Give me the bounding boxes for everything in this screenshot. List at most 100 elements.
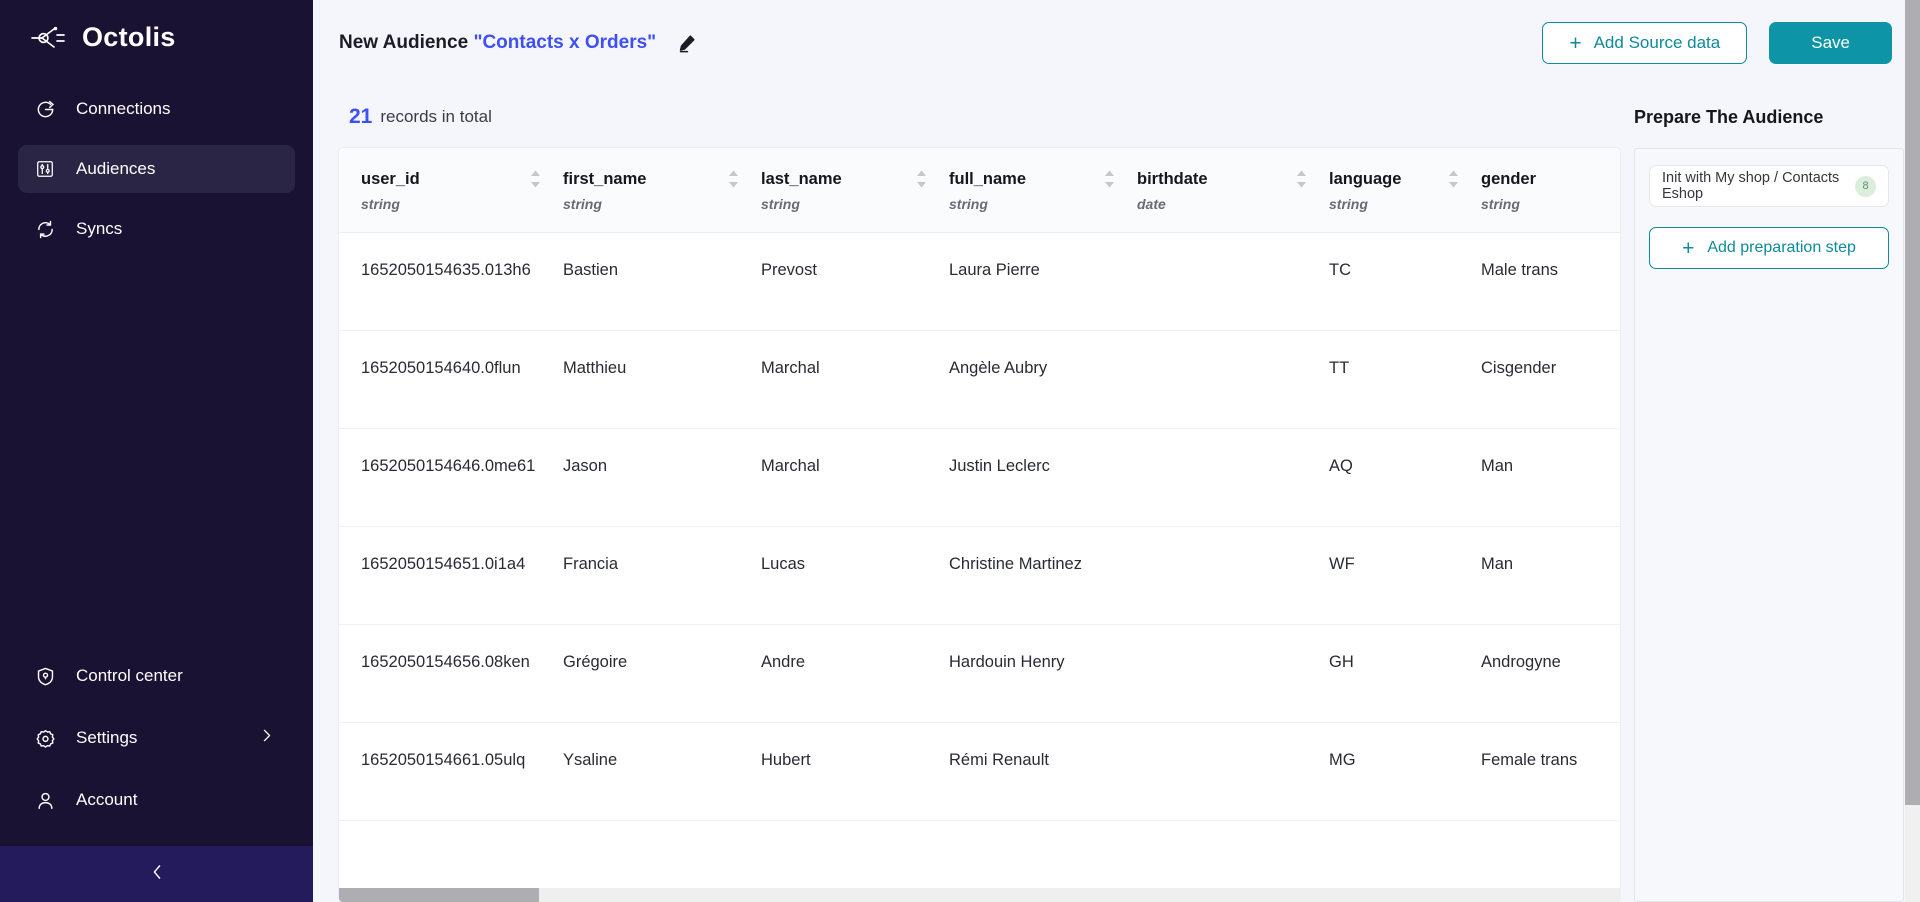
table-horizontal-scrollbar[interactable] — [339, 888, 1620, 902]
page-title: New Audience "Contacts x Orders" — [339, 32, 656, 54]
sidebar-item-control-center[interactable]: Control center — [18, 652, 295, 700]
cell-last_name: Lucas — [761, 526, 949, 625]
chevron-right-icon — [261, 727, 273, 750]
sort-icon[interactable] — [1104, 170, 1115, 188]
save-button[interactable]: Save — [1769, 22, 1892, 64]
cell-gender: Androgyne — [1481, 624, 1620, 723]
connections-icon — [34, 98, 56, 120]
cell-language: WF — [1329, 526, 1481, 625]
main-area: New Audience "Contacts x Orders" + Add S… — [313, 0, 1920, 902]
table-horizontal-scrollbar-thumb[interactable] — [339, 888, 539, 902]
data-table: user_id string first_name string last_na… — [339, 148, 1620, 821]
records-count: 21 — [349, 105, 373, 128]
sort-icon[interactable] — [916, 170, 927, 188]
cell-user_id: 1652050154656.08ken — [339, 624, 563, 723]
cell-full_name: Rémi Renault — [949, 722, 1137, 821]
sidebar-collapse-button[interactable] — [0, 846, 313, 902]
table-row[interactable]: 1652050154661.05ulq Ysaline Hubert Rémi … — [339, 722, 1620, 821]
cell-user_id: 1652050154651.0i1a4 — [339, 526, 563, 625]
column-header-full_name[interactable]: full_name string — [949, 148, 1137, 233]
column-header-birthdate[interactable]: birthdate date — [1137, 148, 1329, 233]
sidebar-item-label: Syncs — [76, 219, 123, 238]
cell-first_name: Ysaline — [563, 722, 761, 821]
column-type: string — [949, 196, 988, 212]
prepare-steps-box: Init with My shop / Contacts Eshop 8 + A… — [1634, 148, 1904, 902]
app-root: Octolis Connections Audiences Syncs Cont… — [0, 0, 1920, 902]
column-header-user_id[interactable]: user_id string — [339, 148, 563, 233]
cell-last_name: Hubert — [761, 722, 949, 821]
cell-gender: Male trans — [1481, 232, 1620, 331]
cell-user_id: 1652050154635.013h6 — [339, 232, 563, 331]
sort-icon[interactable] — [1296, 170, 1307, 188]
octolis-logo-icon — [30, 23, 68, 53]
records-label: records in total — [380, 107, 492, 126]
cell-gender: Female trans — [1481, 722, 1620, 821]
content-row: 21 records in total user_id string first… — [313, 86, 1920, 902]
add-preparation-step-label: Add preparation step — [1707, 239, 1856, 256]
cell-gender: Man — [1481, 526, 1620, 625]
cell-language: AQ — [1329, 428, 1481, 527]
column-header-first_name[interactable]: first_name string — [563, 148, 761, 233]
cell-last_name: Andre — [761, 624, 949, 723]
cell-birthdate — [1137, 526, 1329, 625]
cell-birthdate — [1137, 722, 1329, 821]
sidebar-item-connections[interactable]: Connections — [18, 85, 295, 133]
plus-icon: + — [1569, 31, 1582, 55]
sidebar-item-audiences[interactable]: Audiences — [18, 145, 295, 193]
column-header-language[interactable]: language string — [1329, 148, 1481, 233]
page-vertical-scrollbar[interactable] — [1905, 0, 1920, 902]
column-type: string — [1481, 196, 1520, 212]
table-row[interactable]: 1652050154646.0me61 Jason Marchal Justin… — [339, 428, 1620, 527]
cell-user_id: 1652050154646.0me61 — [339, 428, 563, 527]
save-label: Save — [1811, 33, 1850, 52]
brand-name: Octolis — [82, 22, 176, 52]
cell-language: TC — [1329, 232, 1481, 331]
cell-first_name: Francia — [563, 526, 761, 625]
brand[interactable]: Octolis — [0, 0, 313, 71]
column-type: string — [361, 196, 400, 212]
cell-user_id: 1652050154640.0flun — [339, 330, 563, 429]
page-vertical-scrollbar-thumb[interactable] — [1905, 0, 1920, 805]
data-table-card: user_id string first_name string last_na… — [339, 148, 1620, 902]
table-column: 21 records in total user_id string first… — [313, 86, 1620, 902]
sidebar-item-settings[interactable]: Settings — [18, 714, 295, 762]
sidebar-item-syncs[interactable]: Syncs — [18, 205, 295, 253]
column-header-gender[interactable]: gender string — [1481, 148, 1620, 233]
sort-icon[interactable] — [1448, 170, 1459, 188]
cell-full_name: Angèle Aubry — [949, 330, 1137, 429]
column-type: date — [1137, 196, 1166, 212]
cell-last_name: Marchal — [761, 330, 949, 429]
cell-birthdate — [1137, 428, 1329, 527]
sidebar-item-label: Settings — [76, 728, 138, 747]
table-row[interactable]: 1652050154640.0flun Matthieu Marchal Ang… — [339, 330, 1620, 429]
sidebar-item-account[interactable]: Account — [18, 776, 295, 824]
page-title-audience-name: "Contacts x Orders" — [473, 32, 657, 53]
preparation-step-badge: 8 — [1855, 175, 1876, 197]
prepare-panel-title: Prepare The Audience — [1634, 106, 1824, 127]
column-header-last_name[interactable]: last_name string — [761, 148, 949, 233]
table-row[interactable]: 1652050154656.08ken Grégoire Andre Hardo… — [339, 624, 1620, 723]
preparation-step-item[interactable]: Init with My shop / Contacts Eshop 8 — [1649, 165, 1889, 207]
sort-icon[interactable] — [530, 170, 541, 188]
cell-full_name: Christine Martinez — [949, 526, 1137, 625]
column-type: string — [563, 196, 602, 212]
add-preparation-step-button[interactable]: + Add preparation step — [1649, 227, 1889, 269]
cell-first_name: Grégoire — [563, 624, 761, 723]
records-summary: 21 records in total — [339, 86, 1620, 148]
cell-birthdate — [1137, 232, 1329, 331]
column-type: string — [1329, 196, 1368, 212]
cell-language: MG — [1329, 722, 1481, 821]
page-title-prefix: New Audience — [339, 32, 469, 53]
sort-icon[interactable] — [728, 170, 739, 188]
sidebar-item-label: Account — [76, 790, 138, 809]
cell-gender: Cisgender — [1481, 330, 1620, 429]
cell-full_name: Hardouin Henry — [949, 624, 1137, 723]
edit-title-button[interactable] — [674, 30, 700, 56]
column-type: string — [761, 196, 800, 212]
add-source-data-button[interactable]: + Add Source data — [1542, 22, 1748, 64]
user-icon — [34, 789, 56, 811]
table-row[interactable]: 1652050154651.0i1a4 Francia Lucas Christ… — [339, 526, 1620, 625]
table-row[interactable]: 1652050154635.013h6 Bastien Prevost Laur… — [339, 232, 1620, 331]
sidebar-nav-secondary: Control center Settings Account — [0, 652, 313, 846]
